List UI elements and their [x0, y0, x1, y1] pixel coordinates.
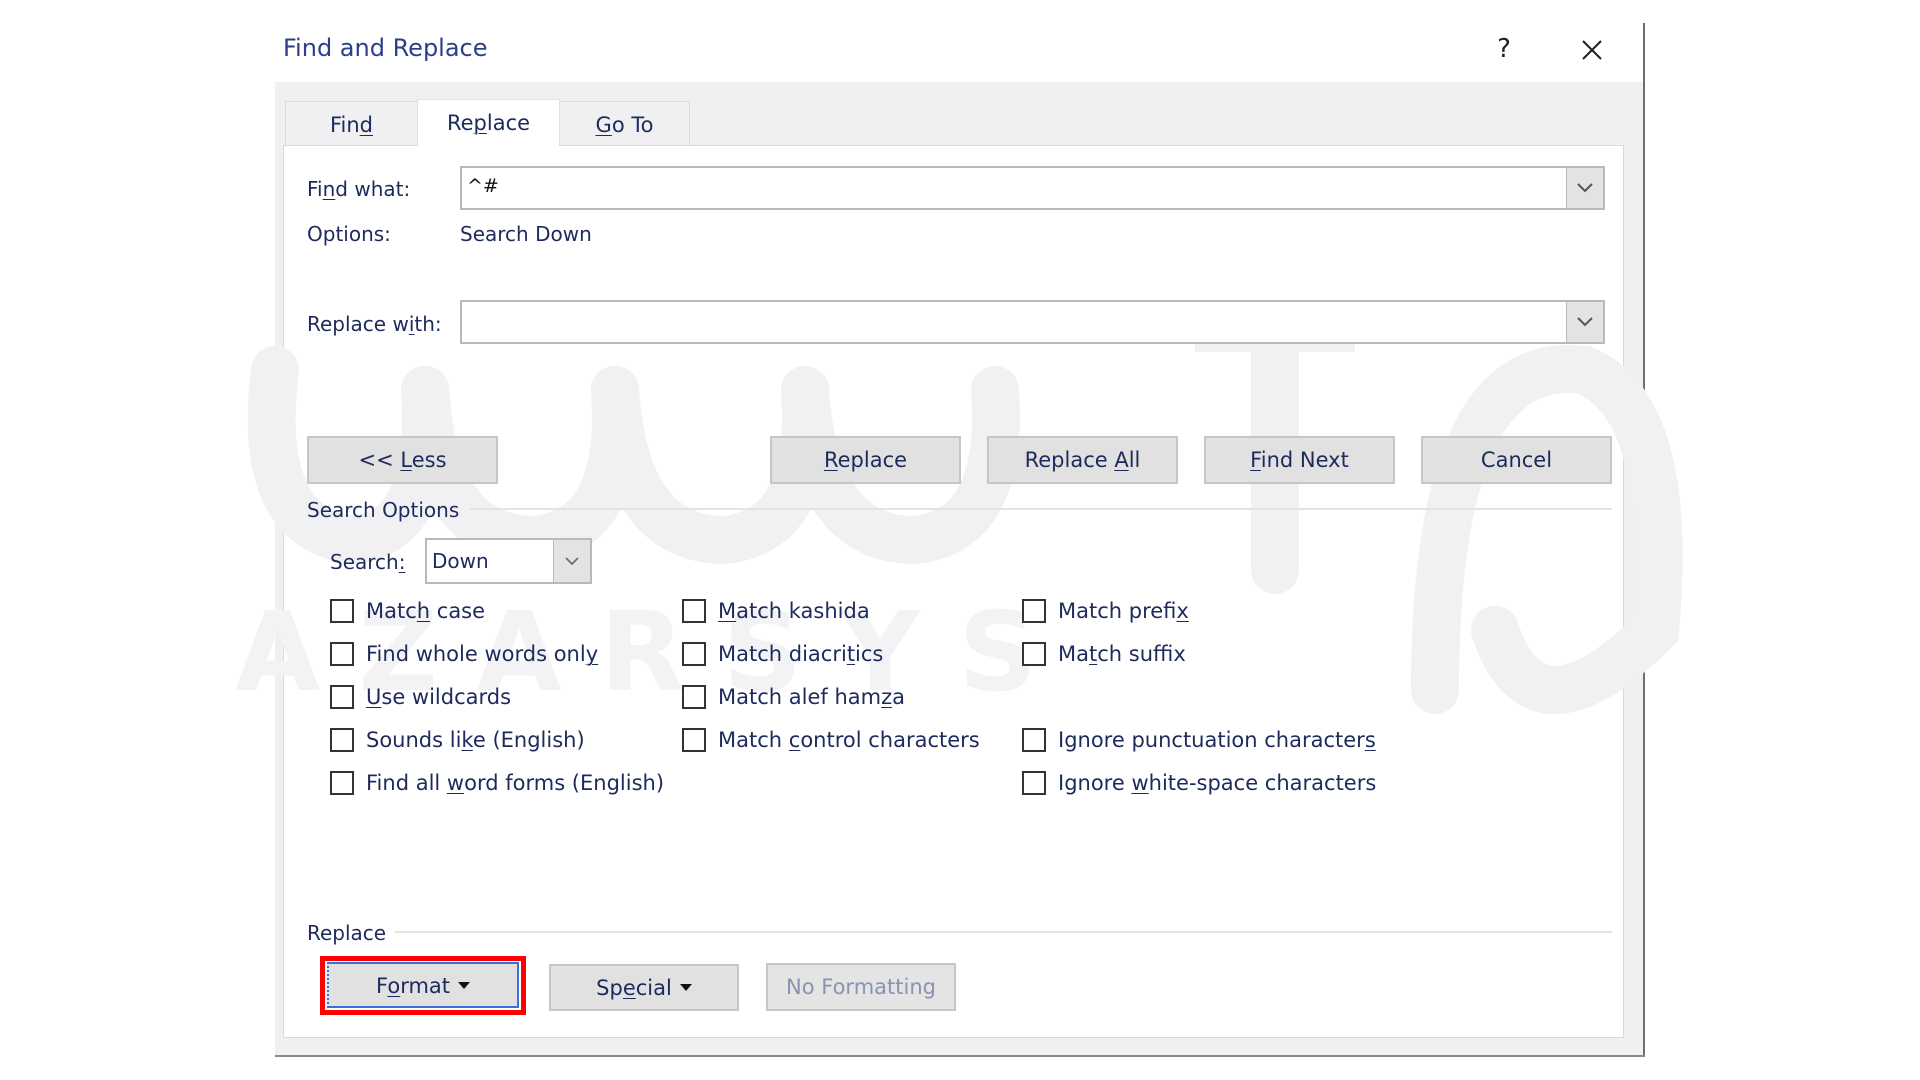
no-formatting-button: No Formatting — [766, 963, 956, 1011]
tab-label: Re — [446, 111, 474, 135]
search-direction-dropdown-button[interactable] — [553, 540, 590, 582]
replace-with-input[interactable] — [460, 300, 1605, 344]
chevron-down-icon — [1577, 317, 1593, 327]
cancel-button[interactable]: Cancel — [1421, 436, 1612, 484]
checkbox-option[interactable]: Ignore white-space characters — [1022, 769, 1376, 797]
checkbox[interactable] — [330, 685, 354, 709]
checkbox-option[interactable]: Ignore punctuation characters — [1022, 726, 1376, 754]
tab-label: Fin — [329, 113, 360, 137]
replace-with-dropdown-button[interactable] — [1566, 302, 1603, 342]
dialog-border — [1643, 23, 1645, 1057]
checkbox-label: Match case — [366, 599, 486, 623]
checkbox-option[interactable]: Use wildcards — [330, 683, 511, 711]
search-direction-select[interactable]: Down — [425, 538, 592, 584]
checkbox[interactable] — [1022, 599, 1046, 623]
replace-all-button[interactable]: Replace All — [987, 436, 1178, 484]
find-what-label: Find what: — [307, 177, 411, 201]
replace-section-divider — [395, 931, 1612, 933]
checkbox-option[interactable]: Match control characters — [682, 726, 980, 754]
tab-goto[interactable]: Go To — [559, 101, 690, 145]
dialog-title: Find and Replace — [283, 34, 488, 62]
checkbox-option[interactable]: Match suffix — [1022, 640, 1186, 668]
checkbox-label: Find whole words only — [366, 642, 599, 666]
checkbox[interactable] — [682, 599, 706, 623]
dialog-border — [275, 1055, 1645, 1057]
replace-button[interactable]: Replace — [770, 436, 961, 484]
find-next-button[interactable]: Find Next — [1204, 436, 1395, 484]
help-button[interactable]: ? — [1492, 32, 1516, 66]
tab-replace[interactable]: Replace — [417, 99, 560, 146]
checkbox[interactable] — [330, 642, 354, 666]
checkbox-option[interactable]: Match kashida — [682, 597, 870, 625]
checkbox-option[interactable]: Match alef hamza — [682, 683, 905, 711]
checkbox[interactable] — [330, 599, 354, 623]
checkbox-label: Ignore white-space characters — [1058, 771, 1377, 795]
checkbox[interactable] — [330, 771, 354, 795]
tab-label: lace — [486, 111, 531, 135]
checkbox[interactable] — [682, 642, 706, 666]
checkbox-label: Match control characters — [718, 728, 980, 752]
checkbox-option[interactable]: Find all word forms (English) — [330, 769, 664, 797]
checkbox-label: Match prefix — [1058, 599, 1189, 623]
close-icon — [1582, 40, 1602, 60]
search-options-divider — [470, 508, 1612, 510]
checkbox-option[interactable]: Match case — [330, 597, 485, 625]
checkbox-option[interactable]: Match prefix — [1022, 597, 1189, 625]
checkbox-label: Match diacritics — [718, 642, 884, 666]
format-button-highlight — [320, 956, 526, 1015]
dropdown-caret-icon — [679, 983, 692, 991]
options-value: Search Down — [460, 222, 592, 246]
checkbox-label: Sounds like (English) — [366, 728, 585, 752]
close-button[interactable] — [1574, 33, 1610, 67]
tab-accel: p — [473, 111, 487, 135]
find-what-dropdown-button[interactable] — [1566, 168, 1603, 208]
chevron-down-icon — [1577, 183, 1593, 193]
checkbox-label: Match suffix — [1058, 642, 1186, 666]
checkbox-label: Match kashida — [718, 599, 870, 623]
checkbox[interactable] — [1022, 642, 1046, 666]
checkbox-label: Ignore punctuation characters — [1058, 728, 1376, 752]
search-options-heading: Search Options — [307, 498, 460, 522]
checkbox[interactable] — [682, 728, 706, 752]
checkbox[interactable] — [330, 728, 354, 752]
replace-section-heading: Replace — [307, 921, 387, 945]
checkbox-option[interactable]: Sounds like (English) — [330, 726, 585, 754]
special-button[interactable]: Special — [549, 964, 739, 1011]
tab-label: o To — [611, 113, 654, 137]
checkbox[interactable] — [1022, 728, 1046, 752]
replace-with-label: Replace with: — [307, 312, 442, 336]
checkbox-option[interactable]: Match diacritics — [682, 640, 883, 668]
search-direction-value: Down — [432, 549, 489, 573]
tab-accel: d — [359, 113, 374, 137]
chevron-down-icon — [565, 557, 579, 566]
checkbox[interactable] — [1022, 771, 1046, 795]
checkbox-label: Use wildcards — [366, 685, 512, 709]
tab-accel: G — [595, 113, 612, 137]
less-button[interactable]: << Less — [307, 436, 498, 484]
options-label: Options: — [307, 222, 391, 246]
checkbox-option[interactable]: Find whole words only — [330, 640, 598, 668]
replace-tab-panel — [283, 145, 1624, 1038]
find-what-value: ^# — [467, 175, 499, 197]
find-what-input[interactable]: ^# — [460, 166, 1605, 210]
search-direction-label: Search: — [330, 550, 406, 574]
checkbox-label: Find all word forms (English) — [366, 771, 665, 795]
checkbox-label: Match alef hamza — [718, 685, 905, 709]
checkbox[interactable] — [682, 685, 706, 709]
tab-find[interactable]: Find — [285, 101, 418, 145]
